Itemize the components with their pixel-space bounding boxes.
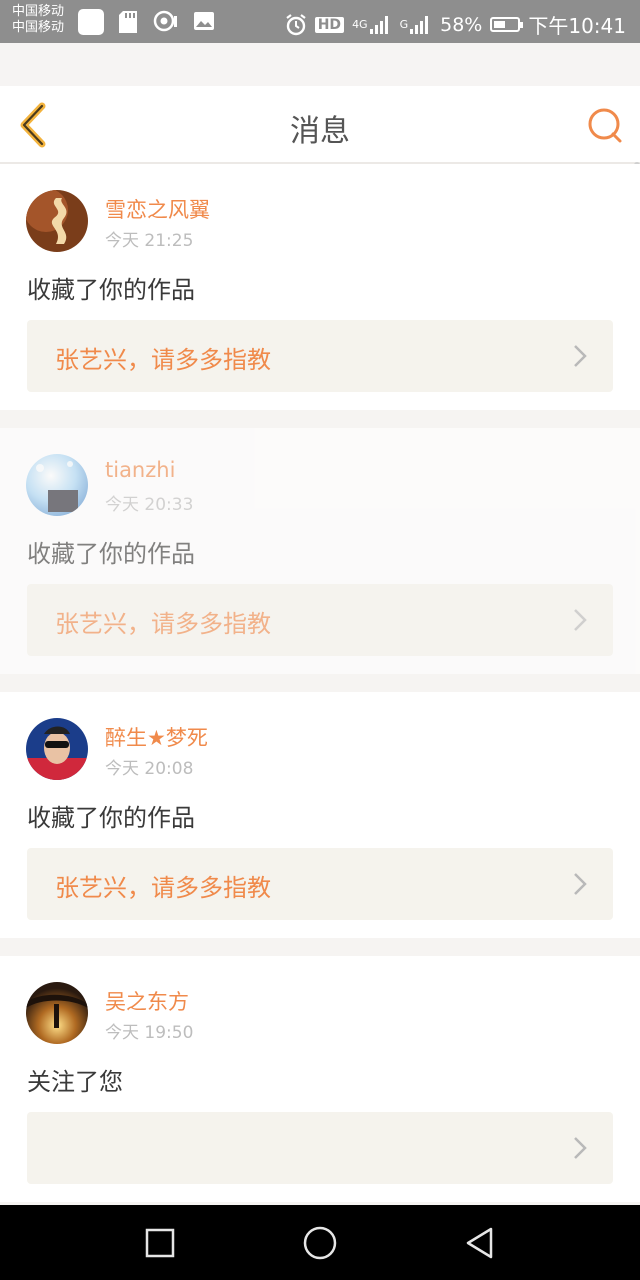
carrier-labels: 中国移动 中国移动 (12, 4, 64, 36)
action-text: 收藏了你的作品 (27, 804, 195, 832)
username[interactable]: 吴之东方 (105, 986, 189, 1016)
action-text: 收藏了你的作品 (27, 276, 195, 304)
carrier-1: 中国移动 (12, 4, 65, 19)
avatar[interactable] (26, 718, 88, 780)
message-card[interactable]: 雪恋之风翼 今天 21:25 收藏了你的作品 张艺兴，请多多指教 (0, 164, 640, 410)
clock: 下午10:41 (528, 14, 626, 38)
back-nav-icon[interactable] (460, 1223, 500, 1263)
battery-percent: 58% (440, 13, 483, 36)
sd-card-icon (119, 11, 137, 33)
spacer (0, 43, 640, 86)
gallery-icon (194, 12, 214, 30)
home-icon[interactable] (300, 1223, 340, 1263)
network-type-2: G (399, 18, 409, 31)
chevron-right-icon (574, 1137, 587, 1159)
work-link[interactable]: 张艺兴，请多多指教 (27, 584, 613, 656)
username[interactable]: tianzhi (105, 458, 175, 482)
alarm-icon (286, 13, 306, 35)
app-notification-icon (78, 9, 104, 35)
message-list: 雪恋之风翼 今天 21:25 收藏了你的作品 张艺兴，请多多指教 tianzhi… (0, 164, 640, 1220)
work-link[interactable]: 张艺兴，请多多指教 (27, 320, 613, 392)
message-card[interactable]: 吴之东方 今天 19:50 关注了您 (0, 956, 640, 1202)
nav-bar: 消息 (0, 86, 640, 164)
avatar[interactable] (26, 190, 88, 252)
battery-icon (490, 17, 524, 32)
action-text: 收藏了你的作品 (27, 540, 195, 568)
hd-badge: HD (314, 16, 345, 33)
action-text: 关注了您 (27, 1068, 123, 1096)
network-type-1: 4G (352, 18, 368, 31)
work-title: 张艺兴，请多多指教 (55, 874, 271, 902)
timestamp: 今天 20:08 (105, 759, 194, 779)
system-nav-bar (0, 1205, 640, 1280)
carrier-2: 中国移动 (12, 20, 65, 35)
username[interactable]: 醉生★梦死 (105, 722, 208, 752)
work-link[interactable] (27, 1112, 613, 1184)
chevron-right-icon (574, 873, 587, 895)
work-link[interactable]: 张艺兴，请多多指教 (27, 848, 613, 920)
chevron-right-icon (574, 609, 587, 631)
work-title: 张艺兴，请多多指教 (55, 346, 271, 374)
search-icon[interactable] (586, 106, 626, 146)
signal-icon-2 (410, 15, 429, 34)
username[interactable]: 雪恋之风翼 (105, 194, 210, 224)
status-bar: 中国移动 中国移动 HD 4G G 58% 下午10:41 (0, 0, 640, 43)
timestamp: 今天 19:50 (105, 1023, 194, 1043)
page-title: 消息 (290, 114, 350, 149)
signal-icon-1 (369, 15, 388, 34)
chevron-right-icon (574, 345, 587, 367)
recent-apps-icon[interactable] (140, 1223, 180, 1263)
timestamp: 今天 21:25 (105, 231, 194, 251)
avatar[interactable] (26, 454, 88, 516)
timestamp: 今天 20:33 (105, 495, 194, 515)
hotspot-icon (153, 10, 177, 32)
message-card[interactable]: 醉生★梦死 今天 20:08 收藏了你的作品 张艺兴，请多多指教 (0, 692, 640, 938)
message-card[interactable]: tianzhi 今天 20:33 收藏了你的作品 张艺兴，请多多指教 (0, 428, 640, 674)
avatar[interactable] (26, 982, 88, 1044)
status-right: HD 4G G 58% 下午10:41 (285, 10, 626, 39)
work-title: 张艺兴，请多多指教 (55, 610, 271, 638)
